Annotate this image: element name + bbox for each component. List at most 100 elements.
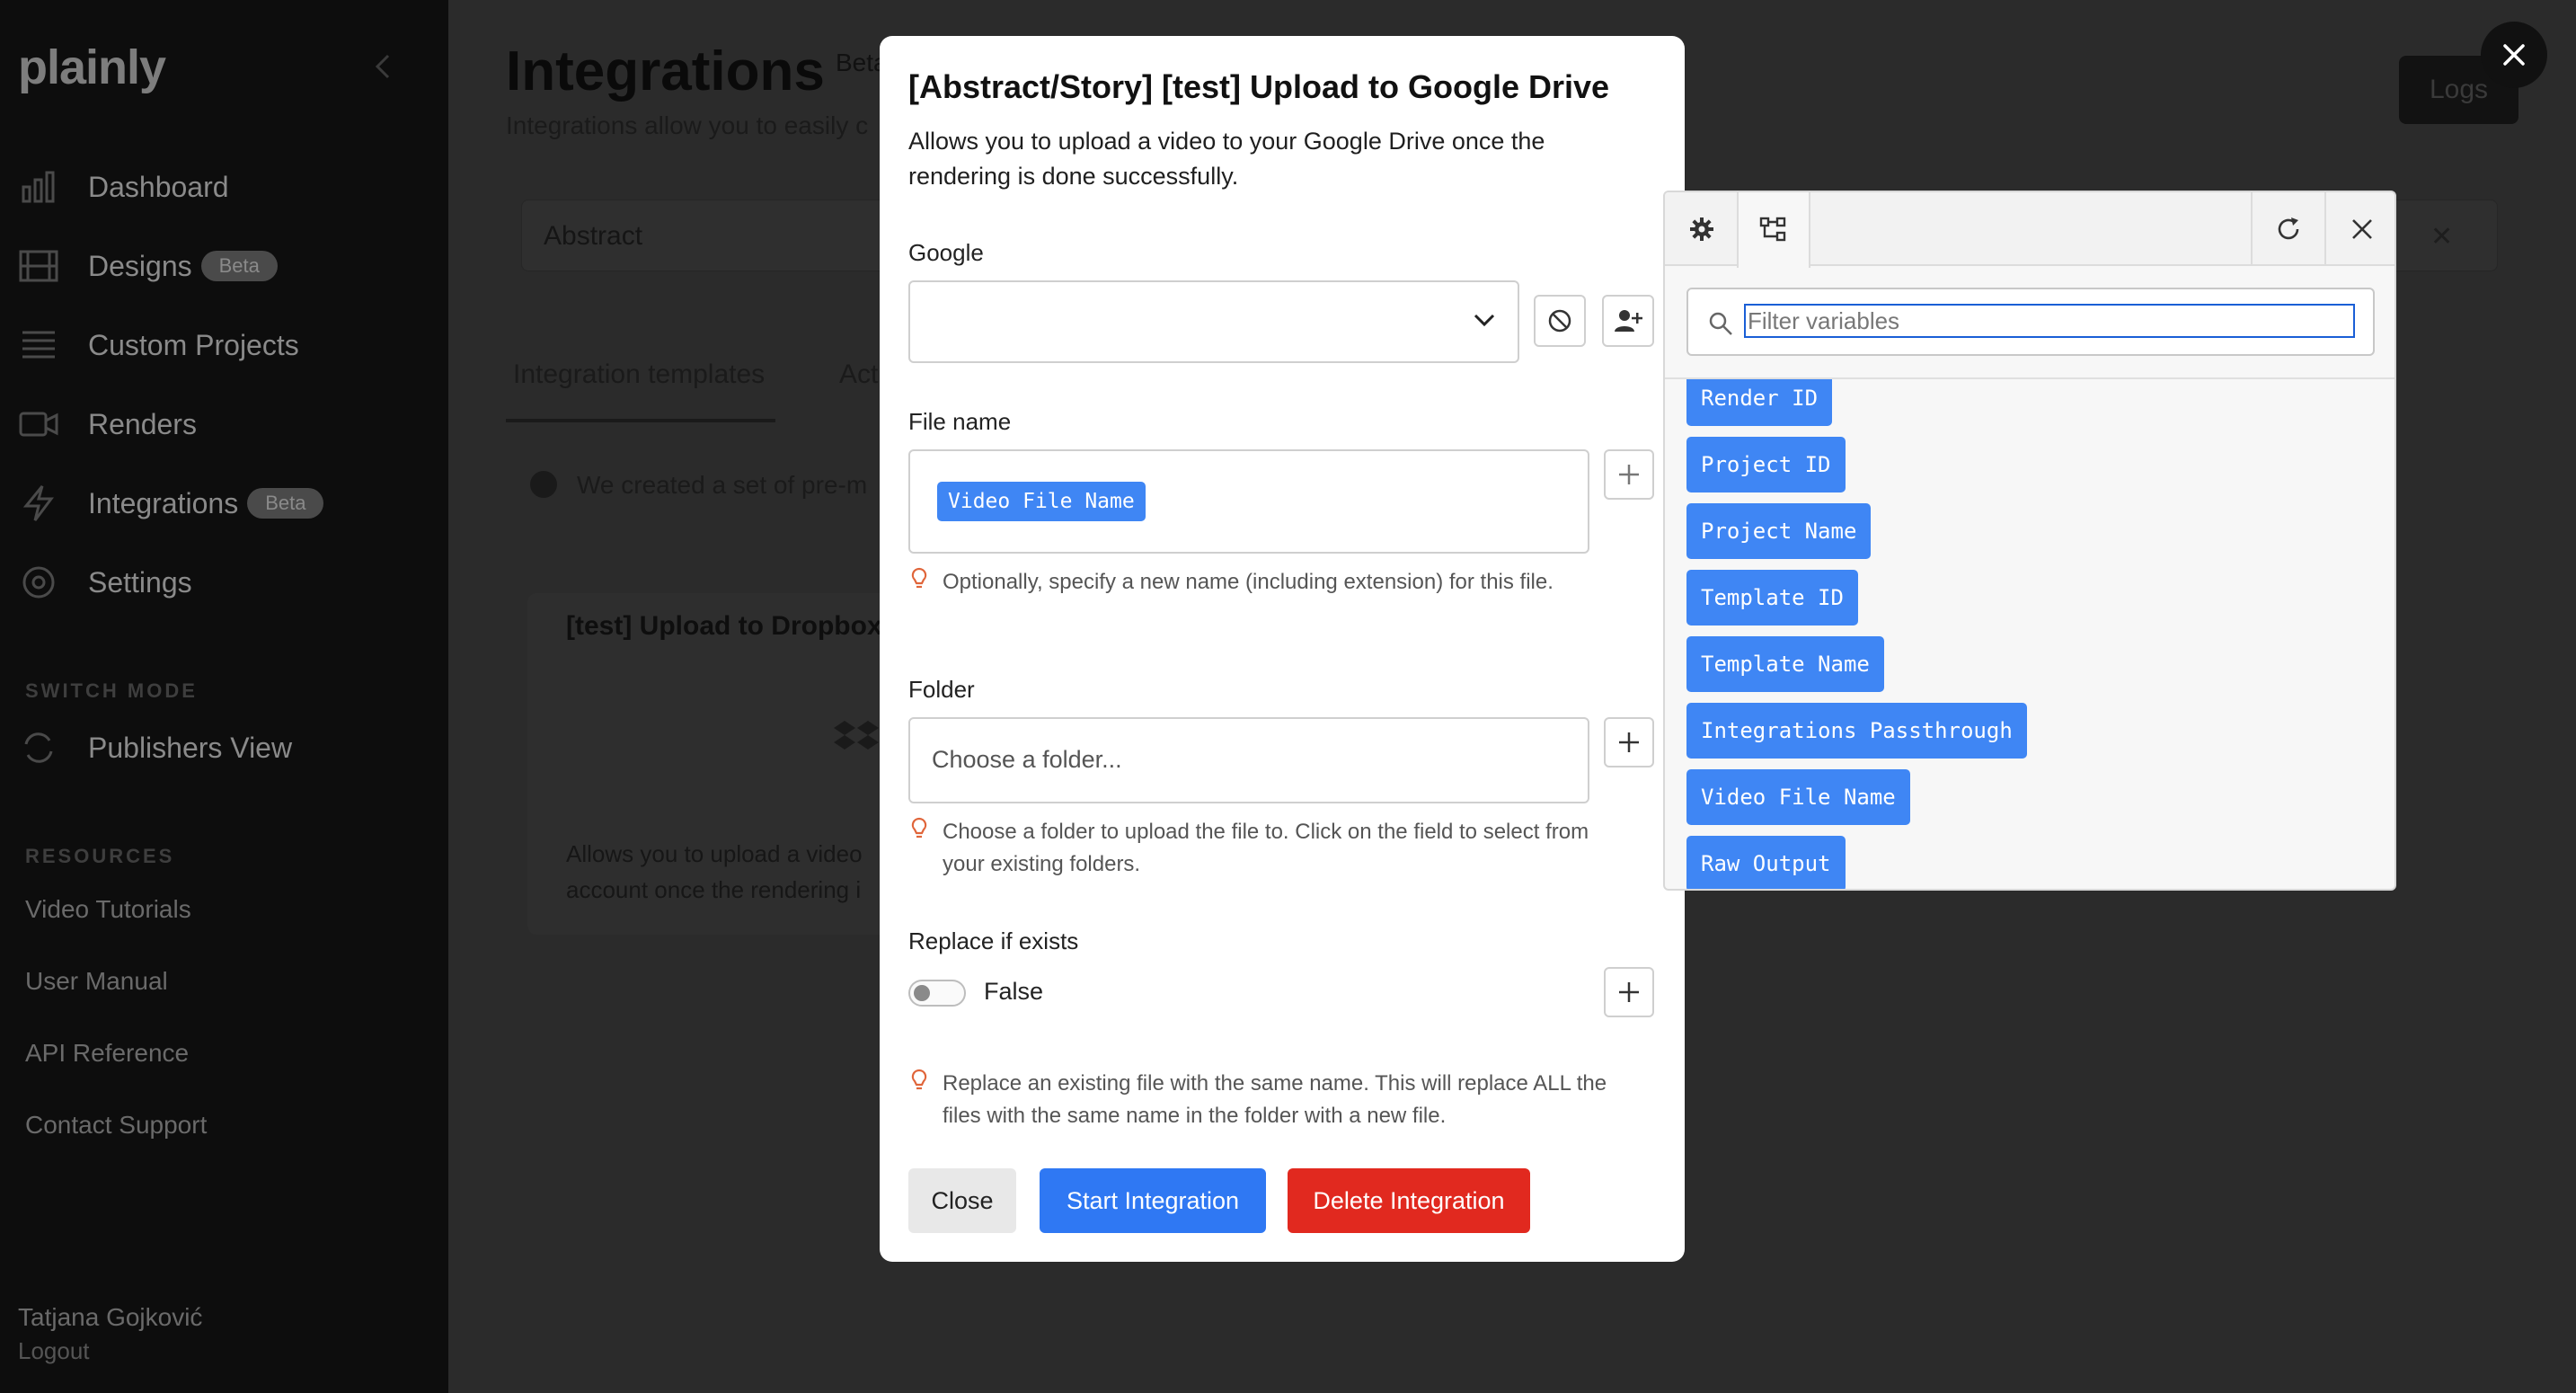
file-name-label: File name	[908, 408, 1012, 435]
variable-raw-output[interactable]: Raw Output	[1686, 836, 1846, 889]
nav-custom-projects[interactable]: Custom Projects	[18, 318, 299, 372]
folder-hint: Choose a folder to upload the file to. C…	[908, 816, 1609, 881]
file-name-variable-chip[interactable]: Video File Name	[937, 482, 1146, 521]
hint-text: Optionally, specify a new name (includin…	[943, 570, 1554, 594]
file-name-input[interactable]: Video File Name	[908, 449, 1589, 554]
tab-underline	[506, 419, 775, 422]
page-description: Integrations allow you to easily c	[506, 111, 869, 139]
dropbox-icon	[834, 721, 879, 750]
chevron-down-icon	[1474, 314, 1495, 327]
settings-tab[interactable]	[1665, 192, 1739, 266]
nav-label: Settings	[88, 565, 192, 599]
add-account-button[interactable]	[1602, 295, 1654, 347]
resources-label: RESOURCES	[25, 845, 175, 867]
project-filter-value: Abstract	[544, 221, 643, 251]
nav-label: Designs	[88, 249, 192, 282]
plainly-logo: plainly	[18, 40, 166, 94]
list-icon	[18, 324, 59, 366]
popover-toolbar	[1665, 192, 2395, 268]
variables-popover: Render ID Project ID Project Name Templa…	[1663, 191, 2396, 891]
variables-tab[interactable]	[1737, 192, 1810, 268]
filter-variables-input[interactable]	[1744, 304, 2355, 338]
refresh-button[interactable]	[2251, 192, 2324, 266]
replace-toggle-value: False	[984, 978, 1044, 1005]
nav-renders[interactable]: Renders	[18, 397, 197, 451]
chevron-left-icon[interactable]	[370, 52, 399, 81]
toggle-knob	[914, 985, 930, 1001]
beta-badge: Beta	[247, 488, 324, 519]
nav-label: Custom Projects	[88, 328, 299, 361]
modal-title: [Abstract/Story] [test] Upload to Google…	[908, 68, 1610, 105]
add-user-icon	[1615, 310, 1642, 332]
info-text: We created a set of pre-m	[577, 471, 868, 499]
plus-icon	[1619, 465, 1639, 484]
nav-publishers-view[interactable]: Publishers View	[18, 721, 292, 775]
lightning-icon	[18, 483, 59, 524]
hint-text: Choose a folder to upload the file to. C…	[943, 820, 1589, 876]
tab-active[interactable]: Act	[839, 359, 878, 390]
replace-label: Replace if exists	[908, 927, 1079, 954]
integration-modal: [Abstract/Story] [test] Upload to Google…	[880, 36, 1685, 1262]
sidebar: plainly Dashboard Designs Beta Custom Pr…	[0, 0, 448, 1393]
link-contact-support[interactable]: Contact Support	[25, 1111, 207, 1140]
lightbulb-icon	[911, 1069, 927, 1090]
tab-integration-templates[interactable]: Integration templates	[513, 359, 765, 390]
gear-icon	[18, 562, 59, 603]
variable-project-id[interactable]: Project ID	[1686, 437, 1846, 492]
variable-project-name[interactable]: Project Name	[1686, 503, 1872, 559]
variable-video-file-name[interactable]: Video File Name	[1686, 769, 1910, 825]
close-icon	[2352, 219, 2372, 239]
nav-label: Dashboard	[88, 170, 229, 203]
plus-icon	[1619, 982, 1639, 1002]
close-modal-button[interactable]	[2481, 22, 2547, 88]
card-description: Allows you to upload a video account onc…	[566, 840, 863, 903]
logout-link[interactable]: Logout	[18, 1337, 90, 1365]
nav-label: Renders	[88, 407, 197, 440]
add-variable-button[interactable]	[1604, 717, 1654, 767]
filter-variables-field	[1686, 288, 2375, 356]
add-variable-button[interactable]	[1604, 449, 1654, 500]
disconnect-button[interactable]	[1534, 295, 1586, 347]
nav-integrations[interactable]: Integrations Beta	[18, 476, 324, 530]
close-button[interactable]: Close	[908, 1168, 1016, 1233]
hint-text: Replace an existing file with the same n…	[943, 1071, 1607, 1128]
variable-template-name[interactable]: Template Name	[1686, 636, 1884, 692]
folder-placeholder: Choose a folder...	[932, 746, 1122, 773]
lightbulb-icon	[911, 567, 927, 589]
info-icon	[530, 471, 557, 498]
clear-filter-icon[interactable]: ✕	[2430, 221, 2453, 253]
user-name: Tatjana Gojković	[18, 1303, 203, 1331]
block-icon	[1548, 309, 1571, 333]
bar-chart-icon	[18, 166, 59, 208]
start-integration-button[interactable]: Start Integration	[1040, 1168, 1266, 1233]
modal-description: Allows you to upload a video to your Goo…	[908, 128, 1545, 190]
refresh-icon	[2278, 217, 2299, 240]
nav-designs[interactable]: Designs Beta	[18, 239, 278, 293]
google-label: Google	[908, 239, 984, 266]
swap-icon	[18, 727, 59, 768]
variable-template-id[interactable]: Template ID	[1686, 570, 1858, 626]
beta-badge: Beta	[200, 251, 278, 281]
plus-icon	[1619, 732, 1639, 752]
switch-mode-label: SWITCH MODE	[25, 679, 198, 702]
variables-list: Render ID Project ID Project Name Templa…	[1665, 379, 2395, 889]
replace-toggle[interactable]	[908, 980, 966, 1007]
delete-integration-button[interactable]: Delete Integration	[1288, 1168, 1530, 1233]
google-account-select[interactable]	[908, 280, 1519, 363]
nav-settings[interactable]: Settings	[18, 555, 192, 609]
lightbulb-icon	[911, 817, 927, 838]
variable-render-id[interactable]: Render ID	[1686, 379, 1833, 426]
folder-input[interactable]: Choose a folder...	[908, 717, 1589, 803]
close-icon	[2503, 44, 2525, 66]
close-popover-button[interactable]	[2324, 192, 2395, 266]
folder-label: Folder	[908, 676, 975, 703]
link-user-manual[interactable]: User Manual	[25, 967, 168, 996]
add-variable-button[interactable]	[1604, 967, 1654, 1017]
film-icon	[18, 245, 59, 287]
link-api-reference[interactable]: API Reference	[25, 1039, 189, 1068]
variable-integrations-passthrough[interactable]: Integrations Passthrough	[1686, 703, 2027, 759]
link-video-tutorials[interactable]: Video Tutorials	[25, 895, 191, 924]
nav-dashboard[interactable]: Dashboard	[18, 160, 229, 214]
page-title: Integrations	[506, 40, 825, 102]
file-name-hint: Optionally, specify a new name (includin…	[908, 566, 1609, 599]
